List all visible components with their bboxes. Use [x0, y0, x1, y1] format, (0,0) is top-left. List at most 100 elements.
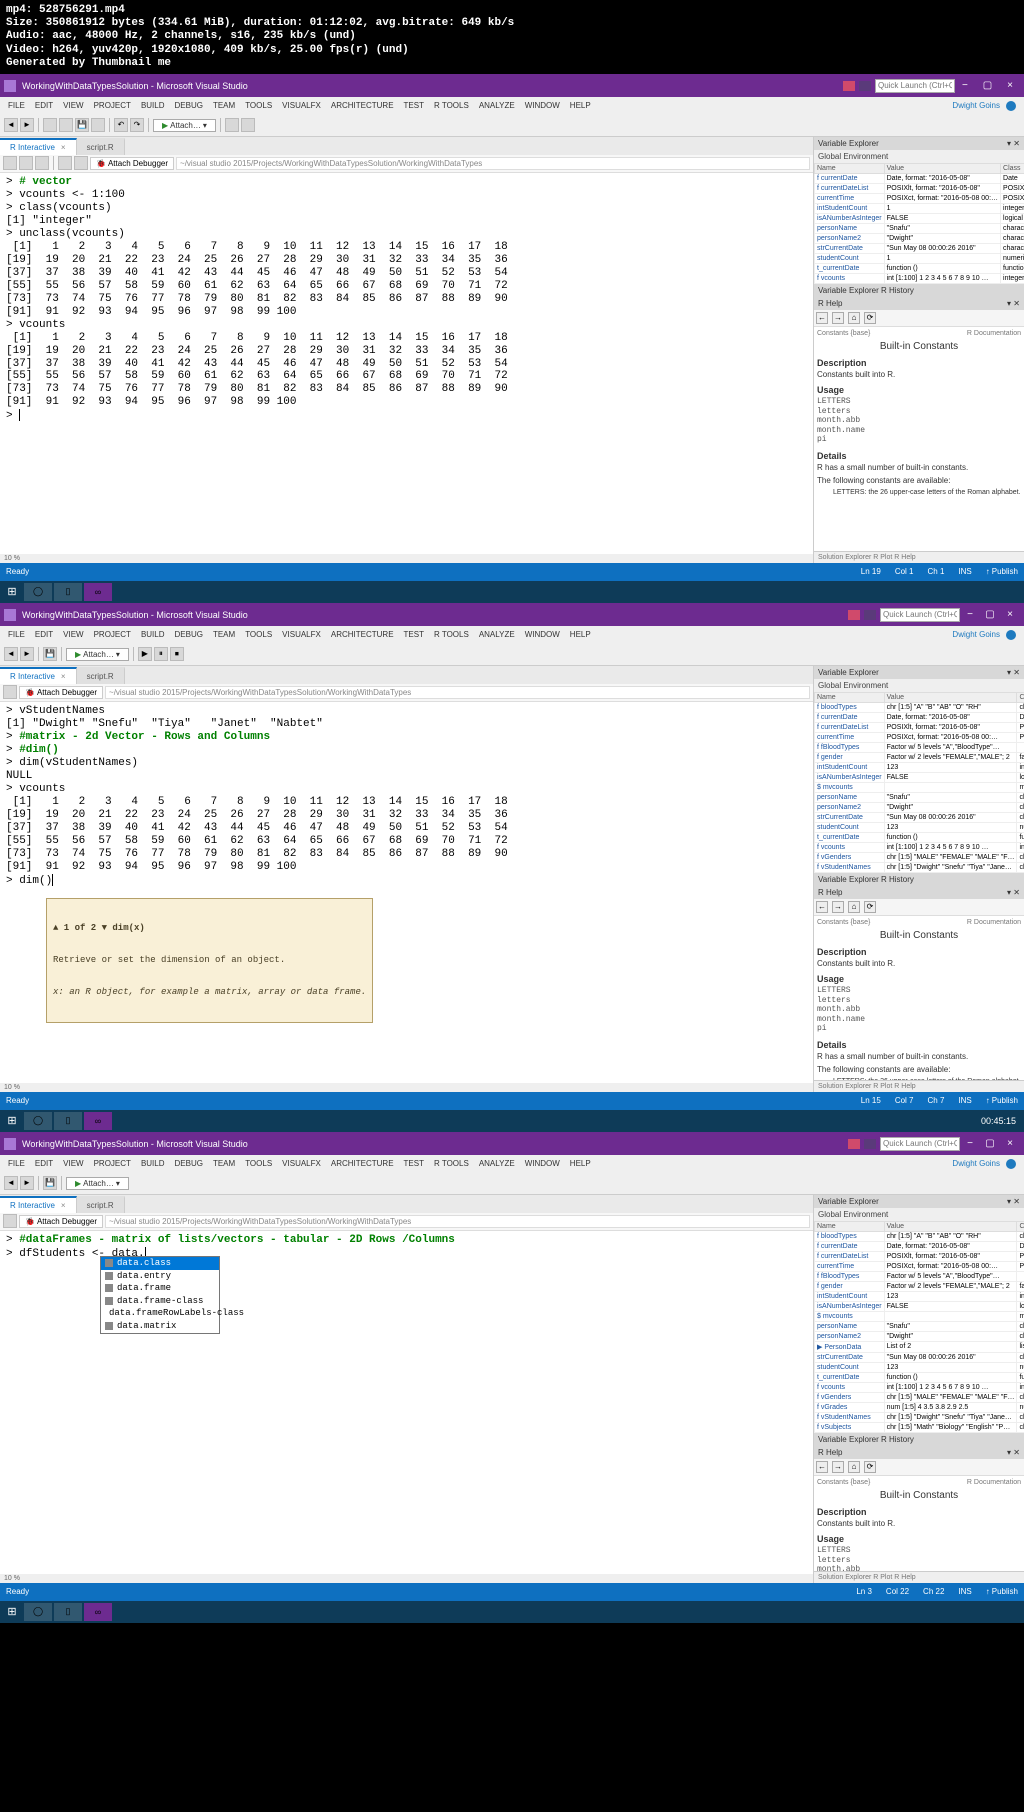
env-label[interactable]: Global Environment [814, 150, 1024, 163]
tab-interactive[interactable]: R Interactive× [0, 667, 77, 684]
tab-script[interactable]: script.R [77, 138, 125, 155]
help-home-icon[interactable]: ⌂ [848, 312, 860, 324]
variable-row[interactable]: isANumberAsIntegerFALSElogicallogical [815, 772, 1024, 782]
variable-row[interactable]: intStudentCount123integerinteger [815, 762, 1024, 772]
feedback-icon[interactable] [859, 81, 871, 91]
et-icon2[interactable] [19, 156, 33, 170]
variable-row[interactable]: studentCount123numericdouble [815, 822, 1024, 832]
variable-row[interactable]: f fBloodTypesFactor w/ 5 levels "A","Blo… [815, 1271, 1024, 1281]
help-refresh-icon[interactable]: ⟳ [864, 1461, 876, 1473]
variable-row[interactable]: personName"Snafu"charactercharacter [815, 792, 1024, 802]
menu-view[interactable]: VIEW [59, 630, 87, 639]
titlebar[interactable]: WorkingWithDataTypesSolution - Microsoft… [0, 75, 1024, 97]
autocomplete-item[interactable]: data.entry [101, 1270, 219, 1283]
nav-back-icon[interactable]: ◄ [4, 647, 18, 661]
menu-edit[interactable]: EDIT [31, 630, 57, 639]
step-icon[interactable] [225, 118, 239, 132]
menu-help[interactable]: HELP [566, 630, 595, 639]
menu-team[interactable]: TEAM [209, 101, 239, 110]
menu-architecture[interactable]: ARCHITECTURE [327, 630, 398, 639]
et-icon[interactable] [3, 156, 17, 170]
quick-launch-input[interactable] [875, 79, 955, 93]
variable-table[interactable]: NameValueClassTypef bloodTypeschr [1:5] … [814, 692, 1024, 873]
attach-debugger-button[interactable]: 🐞Attach Debugger [19, 686, 103, 699]
taskbar-vs-icon[interactable]: ∞ [84, 1112, 112, 1130]
attach-button[interactable]: ▶Attach… ▾ [66, 648, 129, 661]
et-icon[interactable] [3, 1214, 17, 1228]
menu-window[interactable]: WINDOW [521, 630, 564, 639]
variable-row[interactable]: f vGenderschr [1:5] "MALE" "FEMALE" "MAL… [815, 1392, 1024, 1402]
maximize-button[interactable]: ▢ [980, 609, 1000, 620]
menu-rtools[interactable]: R TOOLS [430, 630, 473, 639]
tab-script[interactable]: script.R [77, 1196, 125, 1213]
variable-row[interactable]: intStudentCount123integerinteger [815, 1291, 1024, 1301]
tab-interactive[interactable]: R Interactive× [0, 1196, 77, 1213]
tab-interactive[interactable]: R Interactive× [0, 138, 77, 155]
menu-rtools[interactable]: R TOOLS [430, 101, 473, 110]
variable-row[interactable]: f vStudentNameschr [1:5] "Dwight" "Snefu… [815, 862, 1024, 872]
variable-row[interactable]: f genderFactor w/ 2 levels "FEMALE","MAL… [815, 752, 1024, 762]
taskbar-vs-icon[interactable]: ∞ [84, 1603, 112, 1621]
nav-fwd-icon[interactable]: ► [20, 1176, 34, 1190]
minimize-button[interactable]: − [960, 1138, 980, 1149]
taskbar-3[interactable]: ⊞ ◯ ▯ ∞ [0, 1601, 1024, 1623]
variable-row[interactable]: t_currentDatefunction ()functionclosure [815, 832, 1024, 842]
r-interactive-editor[interactable]: > # vector> vcounts <- 1:100> class(vcou… [0, 173, 813, 554]
variable-row[interactable]: f vGenderschr [1:5] "MALE" "FEMALE" "MAL… [815, 852, 1024, 862]
taskbar-cortana-icon[interactable]: ◯ [24, 1603, 52, 1621]
start-icon[interactable]: ⊞ [2, 583, 22, 601]
save-all-icon[interactable] [91, 118, 105, 132]
help-back-icon[interactable]: ← [816, 312, 828, 324]
variable-row[interactable]: f vcountsint [1:100] 1 2 3 4 5 6 7 8 9 1… [815, 842, 1024, 852]
variable-row[interactable]: isANumberAsIntegerFALSElogicallogical [815, 213, 1024, 223]
help-home-icon[interactable]: ⌂ [848, 1461, 860, 1473]
menu-file[interactable]: FILE [4, 630, 29, 639]
start-icon[interactable]: ⊞ [2, 1112, 22, 1130]
variable-row[interactable]: f bloodTypeschr [1:5] "A" "B" "AB" "O" "… [815, 1231, 1024, 1241]
variable-row[interactable]: f vSubjectschr [1:5] "Math" "Biology" "E… [815, 1422, 1024, 1432]
autocomplete-item[interactable]: data.frame-class [101, 1295, 219, 1308]
help-fwd-icon[interactable]: → [832, 1461, 844, 1473]
variable-row[interactable]: f currentDateDate, format: "2016-05-08"D… [815, 712, 1024, 722]
variable-row[interactable]: f bloodTypeschr [1:5] "A" "B" "AB" "O" "… [815, 702, 1024, 712]
help-content[interactable]: Constants {base}R Documentation Built-in… [814, 1476, 1024, 1571]
variable-row[interactable]: studentCount1numericdouble [815, 253, 1024, 263]
menu-window[interactable]: WINDOW [521, 101, 564, 110]
taskbar-taskview-icon[interactable]: ▯ [54, 583, 82, 601]
help-content[interactable]: Constants {base}R Documentation Built-in… [814, 327, 1024, 551]
help-fwd-icon[interactable]: → [832, 312, 844, 324]
variable-row[interactable]: f vcountsint [1:100] 1 2 3 4 5 6 7 8 9 1… [815, 273, 1024, 283]
variable-row[interactable]: f genderFactor w/ 2 levels "FEMALE","MAL… [815, 1281, 1024, 1291]
variable-row[interactable]: strCurrentDate"Sun May 08 00:00:26 2016"… [815, 1352, 1024, 1362]
notification-flag-icon[interactable] [843, 81, 855, 91]
taskbar-2[interactable]: ⊞ ◯ ▯ ∞ 00:45:15 [0, 1110, 1024, 1132]
variable-row[interactable]: personName2"Dwight"charactercharacter [815, 802, 1024, 812]
menu-debug[interactable]: DEBUG [171, 101, 207, 110]
variable-row[interactable]: f fBloodTypesFactor w/ 5 levels "A","Blo… [815, 742, 1024, 752]
zoom-level[interactable]: 10 % [4, 1575, 20, 1582]
taskbar-cortana-icon[interactable]: ◯ [24, 1112, 52, 1130]
menu-visualfx[interactable]: VISUALFX [278, 101, 325, 110]
variable-row[interactable]: currentTimePOSIXct, format: "2016-05-08 … [815, 193, 1024, 203]
tab-close-icon[interactable]: × [61, 143, 66, 152]
variable-row[interactable]: currentTimePOSIXct, format: "2016-05-08 … [815, 732, 1024, 742]
start-icon[interactable]: ⊞ [2, 1603, 22, 1621]
help-home-icon[interactable]: ⌂ [848, 901, 860, 913]
user-avatar-icon[interactable] [1006, 1159, 1016, 1169]
quick-launch-input[interactable] [880, 608, 960, 622]
variable-row[interactable]: f vStudentNameschr [1:5] "Dwight" "Snefu… [815, 1412, 1024, 1422]
step2-icon[interactable] [241, 118, 255, 132]
variable-row[interactable]: personName2"Dwight"charactercharacter [815, 233, 1024, 243]
variable-row[interactable]: f vGradesnum [1:5] 4 3.5 3.8 2.9 2.5nume… [815, 1402, 1024, 1412]
variable-table[interactable]: NameValueClassTypef currentDateDate, for… [814, 163, 1024, 284]
variable-row[interactable]: f currentDateListPOSIXlt, format: "2016-… [815, 183, 1024, 193]
footer-tabs[interactable]: Solution Explorer R Plot R Help [814, 551, 1024, 563]
menu-analyze[interactable]: ANALYZE [475, 101, 519, 110]
menu-help[interactable]: HELP [566, 101, 595, 110]
rhelp-header[interactable]: R Help▾ ✕ [814, 297, 1024, 310]
menu-build[interactable]: BUILD [137, 630, 169, 639]
wd-path[interactable]: ~/visual studio 2015/Projects/WorkingWit… [176, 157, 810, 170]
close-button[interactable]: × [1000, 609, 1020, 620]
menu-team[interactable]: TEAM [209, 630, 239, 639]
menu-debug[interactable]: DEBUG [171, 630, 207, 639]
